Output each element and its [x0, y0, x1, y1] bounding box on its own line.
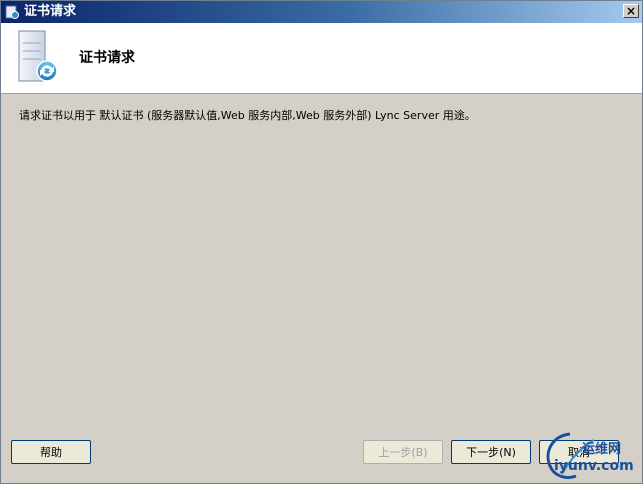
description-text: 请求证书以用于 默认证书 (服务器默认值,Web 服务内部,Web 服务外部) … — [19, 109, 476, 122]
certificate-server-icon — [18, 30, 58, 82]
help-button[interactable]: 帮助 — [11, 440, 91, 464]
header-title: 证书请求 — [79, 50, 135, 66]
app-icon — [4, 4, 20, 20]
close-button[interactable]: × — [623, 4, 639, 18]
next-button[interactable]: 下一步(N) — [451, 440, 531, 464]
header-panel: 证书请求 — [1, 23, 642, 94]
certificate-request-window: 证书请求 × 证书请求 请求证书以用于 默认证书 (服务器默认值,Web 服务内… — [0, 0, 643, 484]
previous-button[interactable]: 上一步(B) — [363, 440, 443, 464]
title-bar[interactable]: 证书请求 × — [1, 1, 642, 23]
window-title: 证书请求 — [24, 4, 77, 19]
cancel-button[interactable]: 取消 — [539, 440, 619, 464]
close-icon: × — [625, 4, 637, 18]
